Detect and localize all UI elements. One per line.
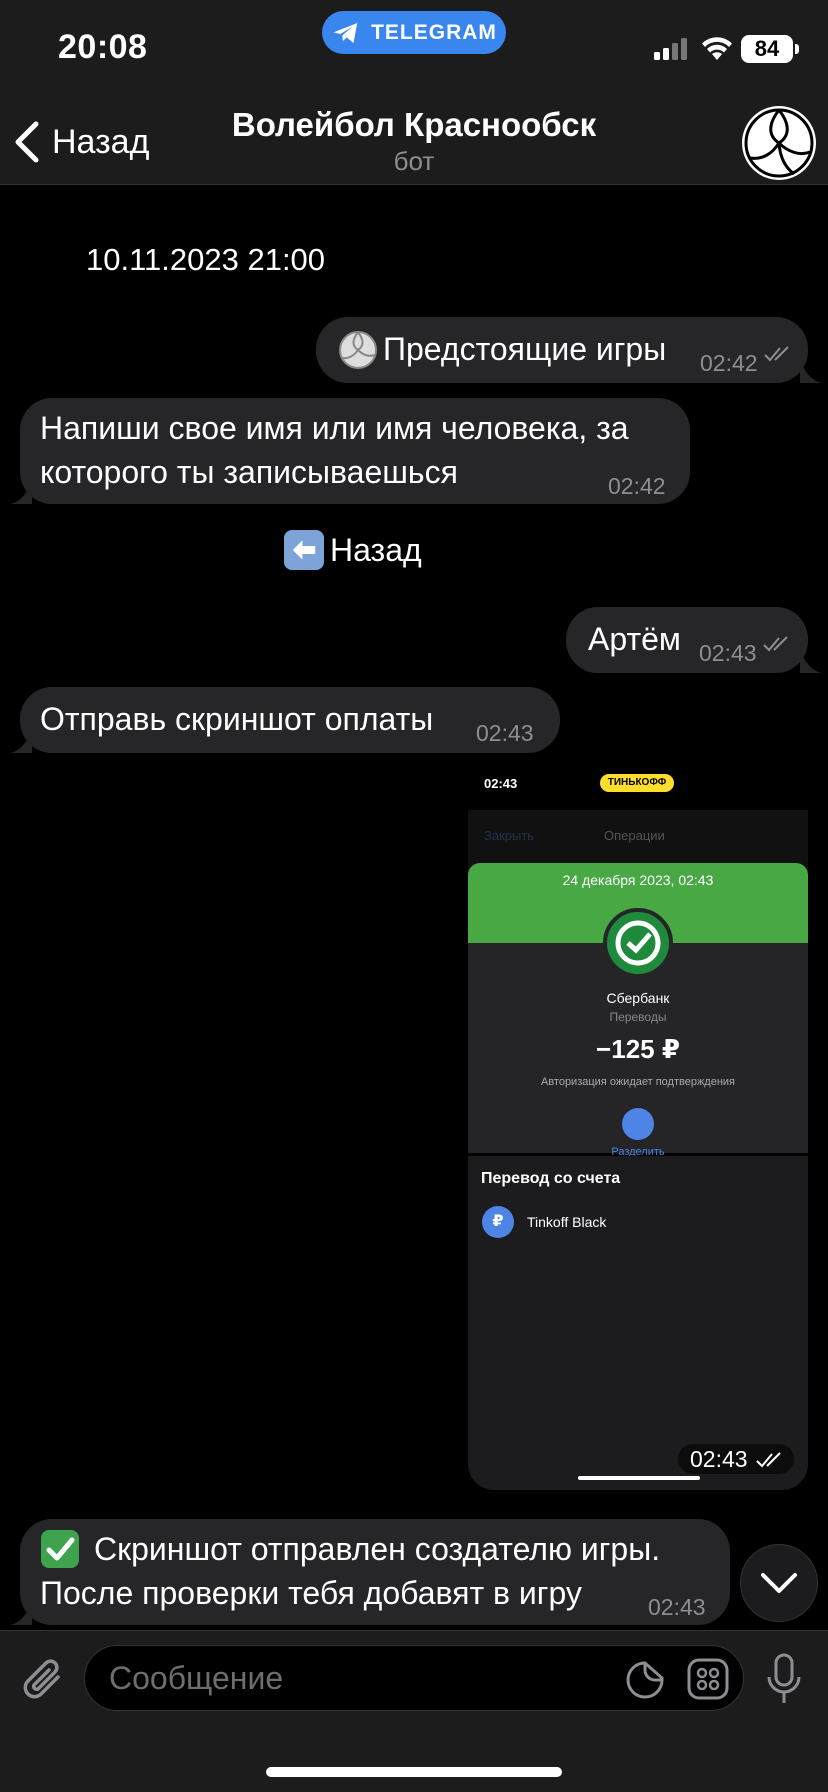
message-time: 02:43 [699,640,757,666]
message-time: 02:42 [608,473,666,499]
shot-auth-note: Авторизация ожидает подтверждения [540,1076,736,1088]
message-text-line-2: После проверки тебя добавят в игру [40,1575,582,1611]
chevron-down-icon [761,1573,797,1593]
shot-transfer-from: Перевод со счета [481,1170,621,1187]
volleyball-icon [339,331,377,369]
bubble-tail [10,482,32,504]
shot-operations: Операции [604,828,665,843]
sticker-icon[interactable] [625,1660,665,1700]
shot-home-indicator [578,1476,700,1480]
chat-subtitle: бот [393,146,435,176]
shot-category: Переводы [609,1010,667,1024]
bubble-tail [10,731,32,753]
home-indicator [266,1767,562,1777]
message-input-bar [0,1630,828,1792]
message-text: Артём [588,621,681,657]
message-incoming[interactable]: Напиши свое имя или имя человека, за кот… [20,398,690,504]
shot-brand-logo: ТИНЬКОФФ [600,774,674,792]
cellular-signal-icon [654,38,687,60]
telegram-pill-label: TELEGRAM [371,20,497,44]
shot-phone-time: 02:43 [484,776,518,791]
scroll-to-bottom-button[interactable] [740,1544,818,1622]
volleyball-icon [744,108,814,178]
message-time: 02:43 [690,1446,748,1472]
message-time: 02:42 [700,350,758,376]
wifi-icon [702,37,732,60]
bubble-tail [800,651,822,673]
telegram-pill[interactable]: TELEGRAM [322,11,506,54]
message-outgoing[interactable]: Артём 02:43 [566,607,808,673]
message-text: Отправь скриншот оплаты [40,701,434,737]
telegram-icon [333,22,358,43]
shot-lower-panel [468,1156,808,1490]
shot-close: Закрыть [484,828,535,843]
message-time: 02:43 [476,720,534,746]
read-checkmarks-icon [764,346,789,362]
message-text-line-1: Скриншот отправлен создателю игры. [94,1531,661,1567]
read-checkmarks-icon [756,1452,781,1468]
ruble-icon: ₽ [482,1206,514,1238]
message-field[interactable] [84,1645,744,1711]
status-bar: 20:08 TELEGRAM 84 [0,0,828,100]
inline-back-button[interactable]: Назад [284,530,422,570]
message-input[interactable] [109,1658,609,1698]
shot-bank: Сбербанк [606,990,670,1006]
inline-back-label: Назад [330,531,422,568]
bubble-tail [10,1603,32,1625]
message-incoming[interactable]: Скриншот отправлен создателю игры. После… [20,1519,730,1625]
image-time-pill: 02:43 [678,1444,794,1474]
bot-menu-icon[interactable] [687,1658,729,1700]
sberbank-logo-icon [603,908,673,978]
date-label: 10.11.2023 21:00 [86,242,326,277]
message-text: Предстоящие игры [383,331,667,367]
message-text-line-2: которого ты записываешься [40,454,458,490]
read-checkmarks-icon [763,636,788,652]
chat-header: Назад Волейбол Краснообск бот [0,100,828,185]
message-outgoing[interactable]: Предстоящие игры 02:42 [316,317,808,383]
paperclip-icon[interactable] [20,1657,66,1703]
message-incoming[interactable]: Отправь скриншот оплаты 02:43 [20,687,560,753]
left-arrow-icon [284,530,324,570]
bubble-tail [800,361,822,383]
split-icon [622,1108,654,1140]
shot-amount: −125 ₽ [596,1034,680,1064]
chat-title[interactable]: Волейбол Краснообск [0,106,828,144]
message-time: 02:43 [648,1594,706,1620]
battery-icon: 84 [741,35,799,63]
shot-account: Tinkoff Black [527,1214,607,1230]
status-time: 20:08 [58,28,148,66]
chat-area[interactable]: 10.11.2023 21:00 Предстоящие игры 02:42 … [0,186,828,1630]
check-mark-button-icon [41,1530,79,1568]
payment-screenshot-image[interactable]: 02:43 ТИНЬКОФФ Закрыть Операции 24 декаб… [468,770,808,1490]
shot-date: 24 декабря 2023, 02:43 [562,872,714,888]
message-text-line-1: Напиши свое имя или имя человека, за [40,410,629,446]
microphone-icon[interactable] [764,1653,804,1705]
bot-avatar[interactable] [742,106,816,180]
